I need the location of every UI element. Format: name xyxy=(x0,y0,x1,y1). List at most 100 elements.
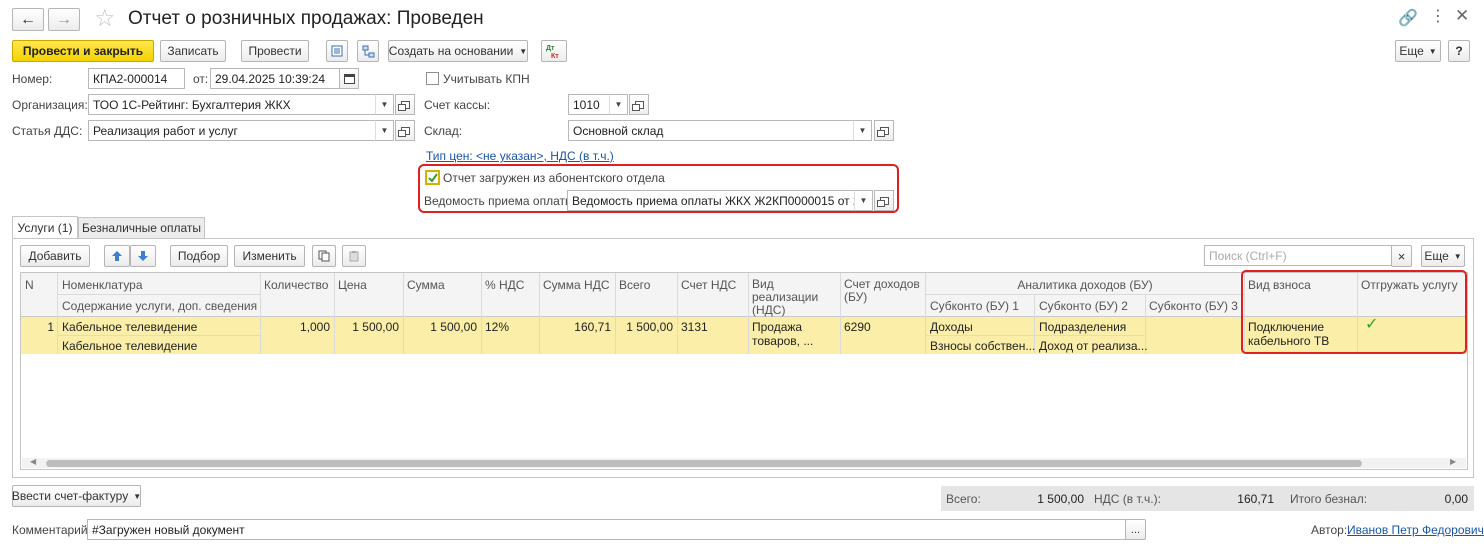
statement-dropdown-icon[interactable]: ▼ xyxy=(854,190,873,211)
svg-text:Кт: Кт xyxy=(551,53,559,59)
date-label: от: xyxy=(193,72,209,86)
horizontal-scrollbar[interactable]: ◀ ▶ xyxy=(22,457,1466,468)
favorite-star-icon[interactable]: ☆ xyxy=(94,4,116,33)
post-button[interactable]: Провести xyxy=(241,40,309,62)
col-price[interactable]: Цена xyxy=(338,278,367,292)
kpn-checkbox[interactable] xyxy=(426,72,439,85)
col-analytics[interactable]: Аналитика доходов (БУ) xyxy=(926,278,1244,292)
cell-sub1-a[interactable]: Доходы xyxy=(930,320,973,334)
dds-open-icon[interactable] xyxy=(395,120,415,141)
col-nomenclature[interactable]: Номенклатура xyxy=(62,278,143,292)
enter-invoice-button[interactable]: Ввести счет-фактуру ▼ xyxy=(12,485,141,507)
close-icon[interactable]: ✕ xyxy=(1455,6,1469,26)
author-link[interactable]: Иванов Петр Федорович xyxy=(1347,523,1484,537)
cell-sub2-a[interactable]: Подразделения xyxy=(1039,320,1126,334)
cash-open-icon[interactable] xyxy=(629,94,649,115)
col-n[interactable]: N xyxy=(25,278,34,292)
search-input[interactable]: Поиск (Ctrl+F) xyxy=(1204,245,1392,266)
search-clear-icon[interactable]: × xyxy=(1391,245,1412,267)
save-button[interactable]: Записать xyxy=(160,40,226,62)
col-income-account[interactable]: Счет доходов (БУ) xyxy=(844,278,924,304)
svg-text:Дт: Дт xyxy=(546,45,555,52)
cash-label: Счет кассы: xyxy=(424,98,491,112)
number-field[interactable]: КПА2-000014 xyxy=(88,68,185,89)
col-sale-type[interactable]: Вид реализации (НДС) xyxy=(752,278,836,317)
paste-icon[interactable] xyxy=(342,245,366,267)
loaded-checkbox[interactable] xyxy=(425,170,440,185)
calendar-icon[interactable] xyxy=(339,68,359,89)
number-label: Номер: xyxy=(12,72,53,86)
cell-vat-sum[interactable]: 160,71 xyxy=(541,320,611,334)
scroll-right-icon[interactable]: ▶ xyxy=(1450,457,1456,466)
structure-icon[interactable] xyxy=(357,40,379,62)
comment-field[interactable]: #Загружен новый документ xyxy=(87,519,1126,540)
col-vat-account[interactable]: Счет НДС xyxy=(681,278,736,292)
cell-sub2-b[interactable]: Доход от реализа... xyxy=(1039,339,1148,353)
more-button[interactable]: Еще ▼ xyxy=(1395,40,1441,62)
col-vat-sum[interactable]: Сумма НДС xyxy=(543,278,610,292)
tab-noncash[interactable]: Безналичные оплаты xyxy=(78,217,205,239)
price-type-link[interactable]: Тип цен: <не указан>, НДС (в т.ч.) xyxy=(426,149,614,163)
pick-button[interactable]: Подбор xyxy=(170,245,228,267)
copy-icon[interactable] xyxy=(312,245,336,267)
warehouse-open-icon[interactable] xyxy=(874,120,894,141)
cell-vat-pct[interactable]: 12% xyxy=(485,320,509,334)
statement-field[interactable]: Ведомость приема оплаты ЖКХ Ж2КП0000015 … xyxy=(567,190,855,211)
cash-field[interactable]: 1010 xyxy=(568,94,610,115)
dds-field[interactable]: Реализация работ и услуг xyxy=(88,120,376,141)
cash-dropdown-icon[interactable]: ▼ xyxy=(609,94,628,115)
col-sub3[interactable]: Субконто (БУ) 3 xyxy=(1149,299,1238,313)
highlight-frame-columns xyxy=(1241,270,1467,354)
statement-open-icon[interactable] xyxy=(874,190,894,211)
dds-dropdown-icon[interactable]: ▼ xyxy=(375,120,394,141)
cell-nomenclature[interactable]: Кабельное телевидение xyxy=(62,320,197,334)
kpn-label: Учитывать КПН xyxy=(443,72,530,86)
date-field[interactable]: 29.04.2025 10:39:24 xyxy=(210,68,340,89)
create-based-on-button[interactable]: Создать на основании ▼ xyxy=(388,40,528,62)
move-up-icon[interactable] xyxy=(104,245,130,267)
help-button[interactable]: ? xyxy=(1448,40,1470,62)
cell-qty[interactable]: 1,000 xyxy=(262,320,330,334)
org-open-icon[interactable] xyxy=(395,94,415,115)
add-button[interactable]: Добавить xyxy=(20,245,90,267)
col-sum[interactable]: Сумма xyxy=(407,278,445,292)
link-icon[interactable]: 🔗 xyxy=(1398,8,1418,28)
document-list-icon[interactable] xyxy=(326,40,348,62)
cell-income-account[interactable]: 6290 xyxy=(844,320,871,334)
table-more-button[interactable]: Еще ▼ xyxy=(1421,245,1465,267)
dds-label: Статья ДДС: xyxy=(12,124,83,138)
chevron-down-icon: ▼ xyxy=(1453,251,1462,261)
warehouse-dropdown-icon[interactable]: ▼ xyxy=(853,120,872,141)
scroll-left-icon[interactable]: ◀ xyxy=(30,457,36,466)
cell-sub1-b[interactable]: Взносы собствен... xyxy=(930,339,1035,353)
author-label: Автор: xyxy=(1311,523,1348,537)
dt-kt-icon[interactable]: Дт Кт xyxy=(541,40,567,62)
cell-sale-type[interactable]: Продажа товаров, ... xyxy=(752,320,836,348)
cell-total[interactable]: 1 500,00 xyxy=(617,320,673,334)
col-total[interactable]: Всего xyxy=(619,278,650,292)
tab-services[interactable]: Услуги (1) xyxy=(12,216,78,239)
move-down-icon[interactable] xyxy=(130,245,156,267)
org-field[interactable]: ТОО 1С-Рейтинг: Бухгалтерия ЖКХ xyxy=(88,94,376,115)
chevron-down-icon: ▼ xyxy=(1428,46,1437,56)
scrollbar-thumb[interactable] xyxy=(46,460,1362,467)
cell-price[interactable]: 1 500,00 xyxy=(336,320,399,334)
edit-button[interactable]: Изменить xyxy=(234,245,305,267)
comment-expand-button[interactable]: ... xyxy=(1125,519,1146,540)
cell-content[interactable]: Кабельное телевидение xyxy=(62,339,197,353)
col-content[interactable]: Содержание услуги, доп. сведения xyxy=(62,299,257,313)
vat-label: НДС (в т.ч.): xyxy=(1094,492,1161,506)
col-vat-pct[interactable]: % НДС xyxy=(485,278,524,292)
forward-button[interactable]: → xyxy=(48,8,80,31)
warehouse-field[interactable]: Основной склад xyxy=(568,120,854,141)
total-value: 1 500,00 xyxy=(1037,492,1084,506)
post-and-close-button[interactable]: Провести и закрыть xyxy=(12,40,154,62)
org-dropdown-icon[interactable]: ▼ xyxy=(375,94,394,115)
col-qty[interactable]: Количество xyxy=(264,278,328,292)
cell-vat-account[interactable]: 3131 xyxy=(681,320,708,334)
col-sub1[interactable]: Субконто (БУ) 1 xyxy=(930,299,1019,313)
back-button[interactable]: ← xyxy=(12,8,44,31)
menu-dots-icon[interactable]: ⋮ xyxy=(1430,6,1446,26)
cell-sum[interactable]: 1 500,00 xyxy=(405,320,477,334)
col-sub2[interactable]: Субконто (БУ) 2 xyxy=(1039,299,1128,313)
